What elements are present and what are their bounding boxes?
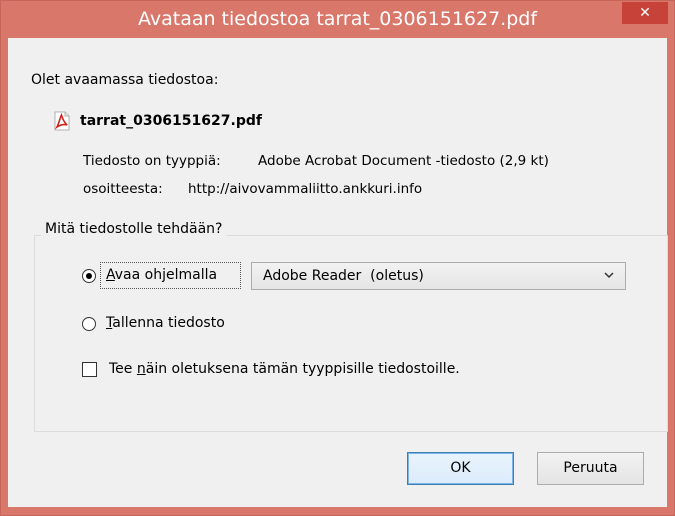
remember-choice-label[interactable]: Tee näin oletuksena tämän tyyppisille ti…	[109, 361, 460, 377]
close-button[interactable]: ✕	[622, 2, 668, 24]
intro-label: Olet avaamassa tiedostoa:	[31, 72, 219, 88]
window-title: Avataan tiedostoa tarrat_0306151627.pdf	[137, 8, 538, 30]
save-file-radio[interactable]	[82, 317, 96, 331]
file-name: tarrat_0306151627.pdf	[80, 113, 262, 129]
remember-choice-checkbox[interactable]	[82, 362, 97, 377]
title-bar[interactable]: Avataan tiedostoa tarrat_0306151627.pdf …	[1, 1, 674, 38]
ok-button[interactable]: OK	[407, 452, 514, 485]
cancel-button[interactable]: Peruuta	[537, 452, 644, 485]
application-select-value: Adobe Reader (oletus)	[263, 268, 424, 284]
application-select[interactable]: Adobe Reader (oletus)	[251, 262, 626, 290]
open-with-radio[interactable]	[82, 269, 96, 283]
file-source-value: http://aivovammaliitto.ankkuri.info	[188, 181, 423, 197]
chevron-down-icon	[604, 272, 614, 279]
file-type-value: Adobe Acrobat Document -tiedosto (2,9 kt…	[258, 153, 549, 169]
file-source-label: osoitteesta:	[83, 181, 163, 197]
close-icon: ✕	[639, 5, 651, 21]
open-with-label[interactable]: Avaa ohjelmalla	[106, 267, 217, 283]
file-open-dialog: Avataan tiedostoa tarrat_0306151627.pdf …	[0, 0, 675, 516]
file-type-label: Tiedosto on tyyppiä:	[83, 153, 221, 169]
pdf-file-icon	[54, 111, 70, 131]
dialog-body: Olet avaamassa tiedostoa: tarrat_0306151…	[8, 38, 668, 507]
action-group-legend: Mitä tiedostolle tehdään?	[41, 221, 227, 237]
save-file-label[interactable]: Tallenna tiedosto	[106, 315, 225, 331]
